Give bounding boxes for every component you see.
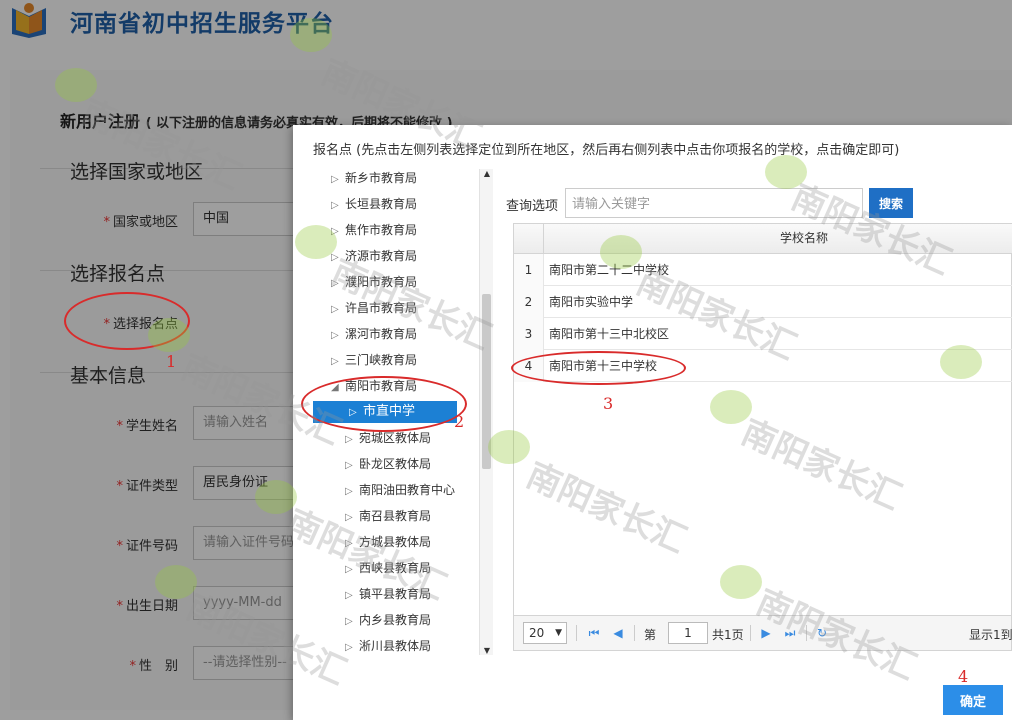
- tree-node-label: 漯河市教育局: [345, 327, 418, 341]
- total-pages: 共1页: [712, 628, 744, 642]
- tree-node-label: 宛城区教体局: [359, 431, 432, 445]
- first-page-icon[interactable]: ⏮: [586, 624, 602, 642]
- caret-right-icon[interactable]: ▷: [345, 507, 359, 529]
- caret-right-icon[interactable]: ▷: [345, 585, 359, 607]
- tree-node[interactable]: ▷ 济源市教育局: [331, 245, 417, 267]
- tree-node[interactable]: ▷ 三门峡教育局: [331, 349, 417, 371]
- tree-scrollbar-thumb[interactable]: [482, 294, 491, 469]
- annotation-number-1: 1: [166, 352, 177, 371]
- pager-separator: [576, 625, 577, 641]
- grid-header-index: [514, 224, 544, 253]
- annotation-number-2: 2: [454, 412, 465, 431]
- confirm-button[interactable]: 确定: [943, 685, 1003, 715]
- tree-node[interactable]: ▷ 淅川县教体局: [345, 635, 431, 657]
- caret-right-icon[interactable]: ▷: [345, 455, 359, 477]
- school-name: 南阳市实验中学: [549, 295, 634, 309]
- page-number-input[interactable]: 1: [668, 622, 708, 644]
- school-name: 南阳市第十三中北校区: [549, 327, 670, 341]
- school-grid: 学校名称 1 南阳市第二十二中学校 2 南阳市实验中学 3 南阳市第十三中北校区 4 南阳市第…: [513, 223, 1012, 651]
- caret-right-icon[interactable]: ▷: [345, 611, 359, 633]
- tree-node-label: 许昌市教育局: [345, 301, 418, 315]
- row-index: 1: [514, 254, 544, 286]
- tree-node[interactable]: ▷ 漯河市教育局: [331, 323, 417, 345]
- caret-right-icon[interactable]: ▷: [331, 273, 345, 295]
- annotation-number-3: 3: [603, 394, 614, 413]
- caret-right-icon[interactable]: ▷: [345, 637, 359, 657]
- last-page-icon[interactable]: ⏭: [782, 624, 798, 642]
- caret-right-icon[interactable]: ▷: [331, 195, 345, 217]
- grid-header: 学校名称: [514, 224, 1012, 254]
- tree-node-label: 南阳油田教育中心: [359, 483, 456, 497]
- caret-right-icon[interactable]: ▷: [345, 429, 359, 451]
- caret-right-icon[interactable]: ▷: [345, 481, 359, 503]
- annotation-ellipse-2: [301, 376, 467, 432]
- tree-node[interactable]: ▷ 焦作市教育局: [331, 219, 417, 241]
- grid-pager: 20 ▼ ⏮ ◀ 第 1 共1页 ▶ ⏭ ↻ 显示1到: [513, 615, 1012, 651]
- tree-node[interactable]: ▷ 许昌市教育局: [331, 297, 417, 319]
- caret-right-icon[interactable]: ▷: [331, 351, 345, 373]
- caret-right-icon[interactable]: ▷: [331, 221, 345, 243]
- search-button[interactable]: 搜索: [869, 188, 913, 218]
- tree-node[interactable]: ▷ 镇平县教育局: [345, 583, 431, 605]
- tree-node-label: 新乡市教育局: [345, 171, 418, 185]
- annotation-number-4: 4: [958, 667, 969, 686]
- page-size-value: 20: [529, 626, 545, 640]
- tree-node-label: 濮阳市教育局: [345, 275, 418, 289]
- pager-separator: [806, 625, 807, 641]
- tree-node[interactable]: ▷ 南召县教育局: [345, 505, 431, 527]
- caret-right-icon[interactable]: ▷: [345, 559, 359, 581]
- tree-node[interactable]: ▷ 卧龙区教体局: [345, 453, 431, 475]
- caret-right-icon[interactable]: ▷: [331, 247, 345, 269]
- tree-node-label: 三门峡教育局: [345, 353, 418, 367]
- tree-node-label: 南召县教育局: [359, 509, 432, 523]
- dialog-title: 报名点 (先点击左侧列表选择定位到所在地区，然后再右侧列表中点击你项报名的学校，…: [313, 143, 900, 158]
- tree-scrollbar[interactable]: ▲ ▼: [479, 169, 493, 655]
- pager-separator: [634, 625, 635, 641]
- pager-separator: [750, 625, 751, 641]
- tree-node[interactable]: ▷ 长垣县教育局: [331, 193, 417, 215]
- grid-header-school-name[interactable]: 学校名称: [544, 224, 1012, 253]
- table-row[interactable]: 3 南阳市第十三中北校区: [514, 318, 1012, 350]
- school-name: 南阳市第二十二中学校: [549, 263, 670, 277]
- next-page-icon[interactable]: ▶: [758, 624, 774, 642]
- tree-node-label: 方城县教体局: [359, 535, 432, 549]
- refresh-icon[interactable]: ↻: [814, 624, 830, 642]
- annotation-ellipse-3: [511, 351, 686, 385]
- caret-right-icon[interactable]: ▷: [331, 169, 345, 191]
- search-input[interactable]: [565, 188, 863, 218]
- tree-node-label: 焦作市教育局: [345, 223, 418, 237]
- scroll-down-icon[interactable]: ▼: [480, 646, 494, 655]
- tree-node[interactable]: ▷ 濮阳市教育局: [331, 271, 417, 293]
- tree-node-label: 淅川县教体局: [359, 639, 432, 653]
- row-index: 2: [514, 286, 544, 318]
- page-label: 第: [644, 628, 657, 642]
- caret-right-icon[interactable]: ▷: [331, 325, 345, 347]
- tree-node-label: 西峡县教育局: [359, 561, 432, 575]
- tree-node[interactable]: ▷ 内乡县教育局: [345, 609, 431, 631]
- tree-node[interactable]: ▷ 西峡县教育局: [345, 557, 431, 579]
- table-row[interactable]: 1 南阳市第二十二中学校: [514, 254, 1012, 286]
- tree-node-label: 长垣县教育局: [345, 197, 418, 211]
- annotation-ellipse-1: [64, 292, 190, 350]
- caret-down-icon: ▼: [555, 628, 562, 638]
- tree-node-label: 济源市教育局: [345, 249, 418, 263]
- tree-node[interactable]: ▷ 南阳油田教育中心: [345, 479, 455, 501]
- search-label: 查询选项: [506, 199, 559, 214]
- caret-right-icon[interactable]: ▷: [345, 533, 359, 555]
- tree-node-label: 镇平县教育局: [359, 587, 432, 601]
- page-size-select[interactable]: 20 ▼: [523, 622, 567, 644]
- display-info: 显示1到: [969, 628, 1012, 642]
- tree-node[interactable]: ▷ 新乡市教育局: [331, 167, 417, 189]
- tree-node-label: 卧龙区教体局: [359, 457, 432, 471]
- enroll-point-dialog: 报名点 (先点击左侧列表选择定位到所在地区，然后再右侧列表中点击你项报名的学校，…: [293, 125, 1012, 720]
- row-index: 3: [514, 318, 544, 350]
- scroll-up-icon[interactable]: ▲: [480, 169, 494, 178]
- table-row[interactable]: 2 南阳市实验中学: [514, 286, 1012, 318]
- tree-node-label: 内乡县教育局: [359, 613, 432, 627]
- tree-node[interactable]: ▷ 方城县教体局: [345, 531, 431, 553]
- prev-page-icon[interactable]: ◀: [610, 624, 626, 642]
- caret-right-icon[interactable]: ▷: [331, 299, 345, 321]
